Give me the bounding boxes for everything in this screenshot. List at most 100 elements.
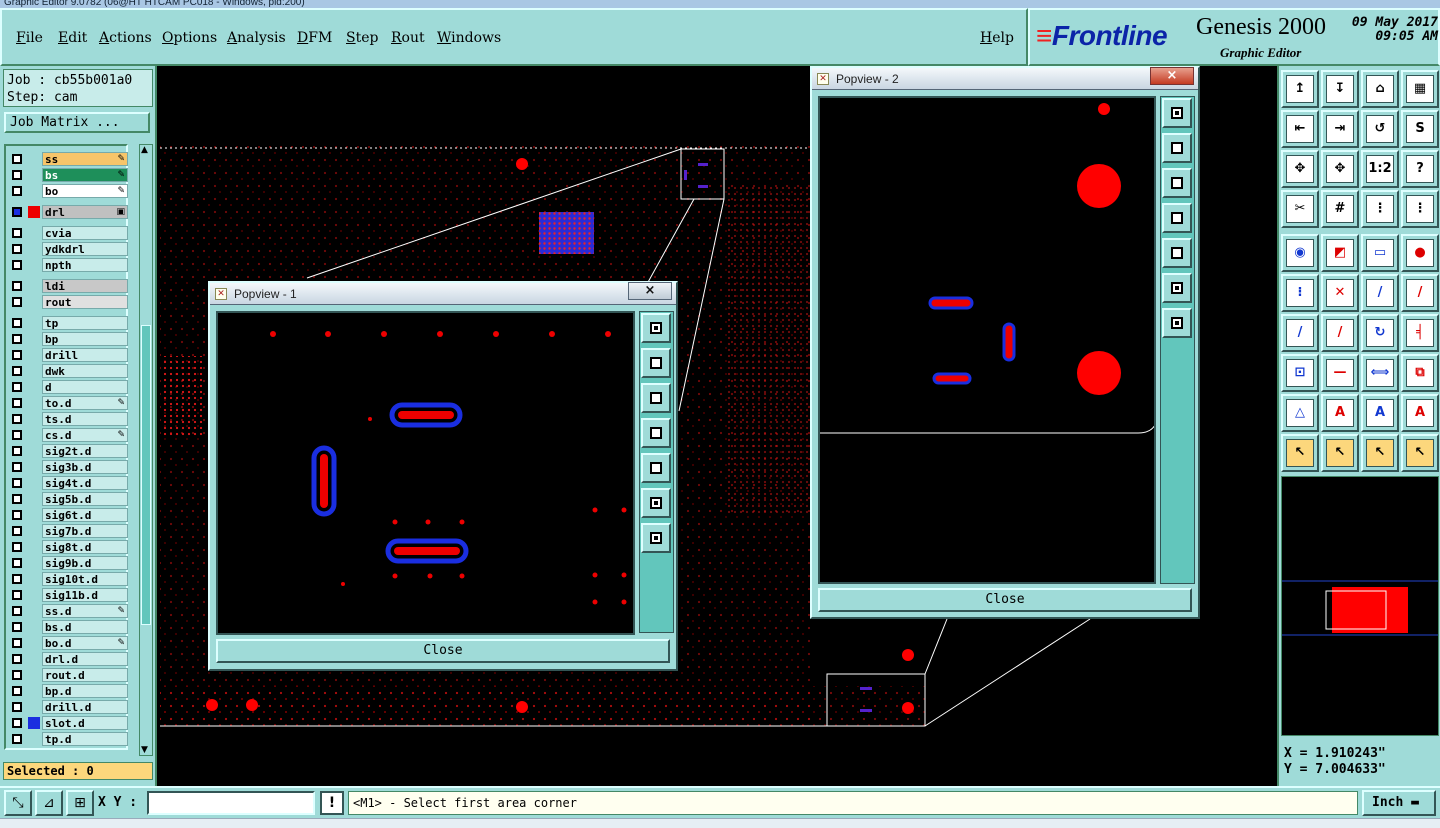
layer-checkbox[interactable] xyxy=(12,366,22,376)
tool-button-8-1[interactable]: A xyxy=(1321,394,1359,432)
layer-row-slot-d[interactable]: slot.d xyxy=(10,716,128,730)
tool-button-1-0[interactable]: ⇤ xyxy=(1281,110,1319,148)
tool-button-8-3[interactable]: A xyxy=(1401,394,1439,432)
tool-button-6-3[interactable]: ╡ xyxy=(1401,314,1439,352)
layer-checkbox[interactable] xyxy=(12,350,22,360)
menu-file[interactable]: File xyxy=(16,30,43,46)
layer-checkbox[interactable] xyxy=(12,494,22,504)
popview-zoom-out-button[interactable] xyxy=(1162,273,1192,303)
menu-edit[interactable]: Edit xyxy=(58,30,87,46)
popview-1-close-x-button[interactable]: × xyxy=(628,282,672,300)
tool-button-9-0[interactable]: ↖ xyxy=(1281,434,1319,472)
layer-row-rout-d[interactable]: rout.d xyxy=(10,668,128,682)
tool-button-2-3[interactable]: ? xyxy=(1401,150,1439,188)
layer-row-dwk[interactable]: dwk xyxy=(10,364,128,378)
layer-row-rout[interactable]: rout xyxy=(10,295,128,309)
scroll-up-icon[interactable]: ▲ xyxy=(141,145,148,155)
popview-zoom-in-button[interactable] xyxy=(641,523,671,553)
tool-button-5-0[interactable]: ⁝ xyxy=(1281,274,1319,312)
layer-row-tp-d[interactable]: tp.d xyxy=(10,732,128,746)
popview-pan-up-button[interactable] xyxy=(641,348,671,378)
warning-icon[interactable]: ! xyxy=(320,791,344,815)
tool-button-0-1[interactable]: ↧ xyxy=(1321,70,1359,108)
menu-options[interactable]: Options xyxy=(162,30,217,46)
layer-row-bp[interactable]: bp xyxy=(10,332,128,346)
tool-button-0-2[interactable]: ⌂ xyxy=(1361,70,1399,108)
menu-actions[interactable]: Actions xyxy=(99,30,152,46)
tool-button-0-3[interactable]: ▦ xyxy=(1401,70,1439,108)
layer-row-bs[interactable]: bs ✎ xyxy=(10,168,128,182)
popview-pan-right-button[interactable] xyxy=(1162,238,1192,268)
layer-checkbox[interactable] xyxy=(12,702,22,712)
tool-button-7-0[interactable]: ⊡ xyxy=(1281,354,1319,392)
layer-checkbox[interactable] xyxy=(12,398,22,408)
menu-help[interactable]: Help xyxy=(980,30,1014,46)
layer-row-bo-d[interactable]: bo.d ✎ xyxy=(10,636,128,650)
layer-checkbox[interactable] xyxy=(12,186,22,196)
layer-row-to-d[interactable]: to.d ✎ xyxy=(10,396,128,410)
popview-zoom-in-button[interactable] xyxy=(1162,308,1192,338)
layer-checkbox[interactable] xyxy=(12,526,22,536)
layer-checkbox[interactable] xyxy=(12,170,22,180)
scroll-thumb[interactable] xyxy=(141,325,151,625)
layer-checkbox[interactable] xyxy=(12,318,22,328)
popview-2-close-x-button[interactable]: × xyxy=(1150,67,1194,85)
tool-button-6-2[interactable]: ↻ xyxy=(1361,314,1399,352)
tool-button-4-2[interactable]: ▭ xyxy=(1361,234,1399,272)
layer-row-tp[interactable]: tp xyxy=(10,316,128,330)
layer-checkbox[interactable] xyxy=(12,382,22,392)
tool-button-5-3[interactable]: / xyxy=(1401,274,1439,312)
layer-row-bp-d[interactable]: bp.d xyxy=(10,684,128,698)
popview-1-canvas[interactable] xyxy=(216,311,635,635)
layer-row-drl-d[interactable]: drl.d xyxy=(10,652,128,666)
layer-row-sig10t-d[interactable]: sig10t.d xyxy=(10,572,128,586)
layer-checkbox[interactable] xyxy=(12,558,22,568)
layer-row-ss[interactable]: ss ✎ xyxy=(10,152,128,166)
layer-row-bo[interactable]: bo ✎ xyxy=(10,184,128,198)
layer-checkbox[interactable] xyxy=(12,260,22,270)
tool-button-7-2[interactable]: ⟺ xyxy=(1361,354,1399,392)
xy-input[interactable] xyxy=(147,791,315,815)
graphic-canvas[interactable]: ✕ Popview - 1 × Close ✕ Popview - 2 × Cl… xyxy=(157,66,1277,786)
popview-pan-up-button[interactable] xyxy=(1162,133,1192,163)
layer-scrollbar[interactable]: ▲ ▼ xyxy=(139,144,153,756)
tool-button-3-3[interactable]: ⋮ xyxy=(1401,190,1439,228)
layer-checkbox[interactable] xyxy=(12,510,22,520)
overview-map[interactable] xyxy=(1281,476,1439,736)
snap-mode-button[interactable]: ⤡ xyxy=(4,790,32,816)
tool-button-4-1[interactable]: ◩ xyxy=(1321,234,1359,272)
menu-analysis[interactable]: Analysis xyxy=(227,30,286,46)
tool-button-2-2[interactable]: 1:2 xyxy=(1361,150,1399,188)
layer-checkbox[interactable] xyxy=(12,670,22,680)
popview-2-close-button[interactable]: Close xyxy=(818,588,1192,612)
layer-row-sig4t-d[interactable]: sig4t.d xyxy=(10,476,128,490)
measure-mode-button[interactable]: ⊿ xyxy=(35,790,63,816)
layer-checkbox[interactable] xyxy=(12,207,22,217)
menu-rout[interactable]: Rout xyxy=(391,30,425,46)
unit-selector[interactable]: Inch ▬ xyxy=(1362,790,1436,816)
layer-checkbox[interactable] xyxy=(12,462,22,472)
tool-button-7-3[interactable]: ⧉ xyxy=(1401,354,1439,392)
tool-button-4-0[interactable]: ◉ xyxy=(1281,234,1319,272)
layer-row-sig2t-d[interactable]: sig2t.d xyxy=(10,444,128,458)
layer-row-cs-d[interactable]: cs.d ✎ xyxy=(10,428,128,442)
layer-checkbox[interactable] xyxy=(12,734,22,744)
tool-button-3-0[interactable]: ✂ xyxy=(1281,190,1319,228)
layer-row-drill-d[interactable]: drill.d xyxy=(10,700,128,714)
layer-row-drl[interactable]: drl ▣ xyxy=(10,205,128,219)
layer-row-cvia[interactable]: cvia xyxy=(10,226,128,240)
layer-checkbox[interactable] xyxy=(12,542,22,552)
tool-button-3-1[interactable]: # xyxy=(1321,190,1359,228)
layer-row-d[interactable]: d xyxy=(10,380,128,394)
popview-pan-left-button[interactable] xyxy=(1162,203,1192,233)
layer-row-ss-d[interactable]: ss.d ✎ xyxy=(10,604,128,618)
popview-2-canvas[interactable] xyxy=(818,96,1156,584)
layer-checkbox[interactable] xyxy=(12,590,22,600)
layer-row-sig3b-d[interactable]: sig3b.d xyxy=(10,460,128,474)
layer-checkbox[interactable] xyxy=(12,446,22,456)
tool-button-6-0[interactable]: / xyxy=(1281,314,1319,352)
popview-pan-left-button[interactable] xyxy=(641,418,671,448)
tool-button-1-2[interactable]: ↺ xyxy=(1361,110,1399,148)
layer-row-drill[interactable]: drill xyxy=(10,348,128,362)
tool-button-1-1[interactable]: ⇥ xyxy=(1321,110,1359,148)
